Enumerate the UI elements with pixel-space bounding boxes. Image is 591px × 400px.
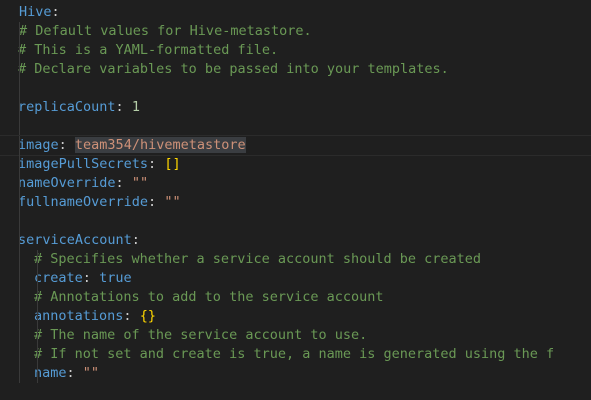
yaml-separator: : bbox=[66, 365, 75, 381]
yaml-comment: # Default values for Hive-metastore. bbox=[19, 23, 312, 39]
yaml-value: {} bbox=[139, 308, 156, 324]
indent-guide bbox=[19, 288, 20, 307]
yaml-separator: : bbox=[123, 308, 132, 324]
yaml-key: replicaCount bbox=[18, 99, 116, 115]
yaml-separator: : bbox=[148, 156, 157, 172]
yaml-comment: # If not set and create is true, a name … bbox=[34, 346, 555, 362]
yaml-key: serviceAccount bbox=[18, 232, 132, 248]
code-line-12 bbox=[0, 212, 591, 231]
indent-guide bbox=[19, 155, 20, 174]
indent-guide bbox=[19, 269, 20, 288]
yaml-separator: : bbox=[115, 99, 124, 115]
yaml-key: annotations bbox=[34, 308, 124, 324]
indent-guide bbox=[19, 326, 20, 345]
indent-guide bbox=[37, 288, 38, 307]
indent-guide bbox=[19, 174, 20, 193]
yaml-comment: # Declare variables to be passed into yo… bbox=[18, 61, 449, 77]
indent-guide bbox=[37, 250, 38, 269]
indent-guide bbox=[37, 345, 38, 364]
indent-guide bbox=[19, 250, 20, 269]
yaml-key: image bbox=[18, 137, 59, 153]
code-line-1: Hive: bbox=[0, 3, 591, 22]
yaml-value: "" bbox=[82, 365, 100, 381]
code-line-13: serviceAccount: bbox=[0, 231, 591, 250]
code-line-3: # This is a YAML-formatted file. bbox=[0, 41, 591, 60]
code-line-19: # If not set and create is true, a name … bbox=[0, 345, 591, 364]
yaml-key: nameOverride bbox=[18, 175, 116, 191]
indent-guide bbox=[19, 60, 20, 79]
yaml-key: Hive bbox=[19, 4, 52, 20]
indent-guide bbox=[19, 307, 20, 326]
indent-guide bbox=[19, 98, 20, 117]
yaml-separator: : bbox=[148, 194, 157, 210]
indent-guide bbox=[19, 345, 20, 364]
code-line-2: # Default values for Hive-metastore. bbox=[0, 22, 591, 41]
yaml-separator: : bbox=[131, 232, 140, 248]
indent-guide bbox=[19, 41, 20, 60]
code-line-11: fullnameOverride: "" bbox=[0, 193, 591, 212]
code-line-7 bbox=[0, 117, 591, 136]
yaml-value: [] bbox=[164, 156, 181, 172]
indent-guide bbox=[19, 193, 20, 212]
code-line-5 bbox=[0, 79, 591, 98]
yaml-key: imagePullSecrets bbox=[18, 156, 149, 172]
code-line-6: replicaCount: 1 bbox=[0, 98, 591, 117]
yaml-value: true bbox=[99, 270, 132, 286]
code-line-9: imagePullSecrets: [] bbox=[0, 155, 591, 174]
code-lines: Hive: # Default values for Hive-metastor… bbox=[0, 3, 591, 383]
yaml-key: name bbox=[34, 365, 67, 381]
indent-guide bbox=[19, 117, 20, 136]
yaml-separator: : bbox=[51, 4, 60, 20]
yaml-value: "" bbox=[164, 194, 181, 210]
indent-guide bbox=[19, 136, 20, 155]
code-line-18: # The name of the service account to use… bbox=[0, 326, 591, 345]
indent-guide bbox=[19, 22, 20, 41]
code-line-8-current[interactable]: image: team354/hivemetastore bbox=[0, 135, 591, 156]
yaml-comment: # This is a YAML-formatted file. bbox=[18, 42, 279, 58]
yaml-separator: : bbox=[82, 270, 91, 286]
code-line-16: # Annotations to add to the service acco… bbox=[0, 288, 591, 307]
code-line-14: # Specifies whether a service account sh… bbox=[0, 250, 591, 269]
indent-guide bbox=[37, 364, 38, 383]
code-line-20: name: "" bbox=[0, 364, 591, 383]
indent-guide bbox=[19, 364, 20, 383]
code-editor[interactable]: Hive: # Default values for Hive-metastor… bbox=[0, 0, 591, 400]
code-line-15: create: true bbox=[0, 269, 591, 288]
yaml-separator: : bbox=[58, 137, 67, 153]
yaml-comment: # The name of the service account to use… bbox=[34, 327, 368, 343]
yaml-key: fullnameOverride bbox=[18, 194, 149, 210]
code-line-17: annotations: {} bbox=[0, 307, 591, 326]
code-line-4: # Declare variables to be passed into yo… bbox=[0, 60, 591, 79]
indent-guide bbox=[37, 307, 38, 326]
yaml-value: 1 bbox=[131, 99, 140, 115]
yaml-comment: # Annotations to add to the service acco… bbox=[34, 289, 384, 305]
indent-guide bbox=[37, 269, 38, 288]
code-line-10: nameOverride: "" bbox=[0, 174, 591, 193]
yaml-separator: : bbox=[115, 175, 124, 191]
yaml-key: create bbox=[34, 270, 83, 286]
yaml-comment: # Specifies whether a service account sh… bbox=[34, 251, 482, 267]
indent-guide bbox=[37, 326, 38, 345]
indent-guide bbox=[19, 231, 20, 250]
indent-guide bbox=[19, 79, 20, 98]
yaml-value: "" bbox=[131, 175, 149, 191]
indent-guide bbox=[19, 212, 20, 231]
yaml-value-selected[interactable]: team354/hivemetastore bbox=[74, 137, 246, 153]
